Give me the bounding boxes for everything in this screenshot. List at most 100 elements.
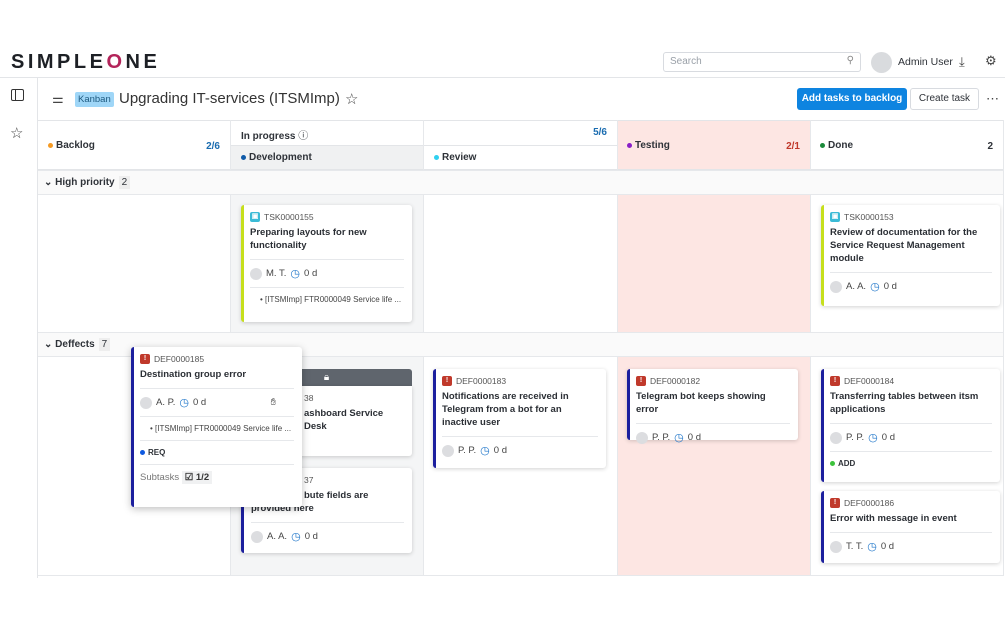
subtasks-count: ☑ 1/2	[181, 471, 213, 484]
user-name[interactable]: Admin User	[898, 56, 953, 68]
tag: ADD	[830, 459, 992, 468]
column-label: In progress	[241, 131, 296, 142]
task-icon: ▣	[250, 212, 260, 222]
card-title: ashboard Service Desk	[304, 408, 384, 432]
task-icon: ▣	[830, 212, 840, 222]
page-title: Upgrading IT-services (ITSMImp)	[119, 90, 340, 107]
kanban-badge: Kanban	[75, 92, 114, 107]
assignee: A. P.	[156, 397, 176, 408]
download-icon[interactable]: ⤓	[959, 54, 965, 70]
card-id: TSK0000153	[844, 212, 894, 222]
time: 0 d	[493, 445, 507, 456]
linked-item[interactable]: • [ITSMImp] FTR0000049 Service life ...	[140, 424, 294, 433]
user-avatar[interactable]	[871, 52, 892, 73]
card-id: TSK0000155	[264, 212, 314, 222]
gear-icon[interactable]: ⚙	[985, 53, 997, 69]
search-input[interactable]: Search ⚲	[663, 52, 861, 72]
divider	[0, 77, 1005, 78]
search-icon: ⚲	[846, 55, 854, 66]
task-card[interactable]: ▣ TSK0000153 Review of documentation for …	[821, 205, 1000, 306]
clock-icon: ◷	[290, 268, 301, 280]
group-label: Deffects	[55, 339, 95, 350]
column-label: Testing	[635, 140, 670, 151]
card-title: Destination group error	[140, 369, 247, 380]
card-id: DEF0000184	[844, 376, 895, 386]
tag: REQ	[140, 448, 294, 457]
column-count: 2/6	[206, 141, 220, 152]
time: 0 d	[304, 531, 318, 542]
filter-settings-icon[interactable]: ⚌	[52, 91, 64, 107]
clock-icon: ◷	[291, 531, 301, 543]
clock-icon: ◷	[674, 432, 684, 444]
add-tasks-to-backlog-button[interactable]: Add tasks to backlog	[797, 88, 907, 110]
clock-icon: ◷	[868, 432, 878, 444]
column-label: Review	[442, 152, 477, 163]
logo[interactable]: SIMPLEONE	[11, 51, 160, 74]
column-development: Development	[230, 145, 423, 170]
defect-card[interactable]: ! DEF0000184 Transferring tables between …	[821, 369, 1000, 482]
column-done: Done 2	[810, 120, 1003, 170]
column-review: Review	[423, 145, 617, 170]
defect-card[interactable]: ! DEF0000186 Error with message in event …	[821, 491, 1000, 563]
status-dot	[48, 142, 53, 148]
checkbox-icon: ☑	[184, 472, 194, 483]
star-icon[interactable]: ☆	[345, 90, 358, 108]
column-label: Done	[828, 140, 853, 151]
card-id: DEF0000183	[456, 376, 507, 386]
defect-card[interactable]: ! DEF0000182 Telegram bot keeps showing e…	[627, 369, 798, 444]
defect-icon: !	[830, 498, 840, 508]
defect-card[interactable]: ! DEF0000183 Notifications are received i…	[433, 369, 606, 468]
linked-item[interactable]: • [ITSMImp] FTR0000049 Service life ...	[250, 295, 404, 304]
assignee: A. A.	[846, 281, 867, 292]
assignee: M. T.	[266, 268, 287, 279]
column-label: Backlog	[56, 140, 95, 151]
column-backlog: Backlog 2/6	[38, 120, 230, 170]
avatar	[830, 280, 842, 293]
card-id: DEF0000182	[650, 376, 701, 386]
column-count: 2	[987, 141, 993, 152]
column-count: 2/1	[786, 141, 800, 152]
group-high-priority[interactable]: ⌄ High priority 2	[38, 170, 1003, 195]
defect-icon: !	[830, 376, 840, 386]
column-count: 5/6	[593, 127, 607, 138]
card-title: Preparing layouts for new functionality	[250, 227, 367, 251]
avatar	[250, 267, 262, 280]
clock-icon: ◷	[179, 397, 189, 409]
column-testing: Testing 2/1	[617, 120, 810, 170]
sidebar-toggle-icon[interactable]	[11, 89, 24, 101]
card-id: DEF0000186	[844, 498, 895, 508]
group-count: 7	[98, 338, 111, 351]
clock-icon: ◷	[870, 281, 880, 293]
dragged-defect-card[interactable]: ! DEF0000185 Destination group error A. P…	[131, 347, 302, 507]
group-label: High priority	[55, 177, 115, 188]
favorites-star-icon[interactable]: ☆	[10, 124, 23, 142]
card-id: DEF0000185	[154, 354, 205, 364]
card-id: 37	[304, 475, 314, 485]
assignee: A. A.	[267, 531, 288, 542]
assignee: T. T.	[846, 541, 864, 552]
group-count: 2	[118, 176, 131, 189]
column-label: Development	[249, 152, 312, 163]
assignee: P. P.	[652, 432, 671, 443]
time: 0 d	[687, 432, 701, 443]
more-icon[interactable]: ⋯	[986, 91, 999, 107]
time: 0 d	[192, 397, 207, 408]
info-icon[interactable]: ⓘ	[298, 131, 308, 142]
create-task-button[interactable]: Create task	[910, 88, 979, 110]
assignee: P. P.	[458, 445, 477, 456]
defect-icon: !	[636, 376, 646, 386]
assignee: P. P.	[846, 432, 865, 443]
card-title: Review of documentation for the Service …	[830, 227, 978, 264]
time: 0 d	[304, 268, 318, 279]
card-title: Error with message in event	[830, 513, 957, 524]
task-card[interactable]: ▣ TSK0000155 Preparing layouts for new fu…	[241, 205, 412, 322]
defect-icon: !	[140, 354, 150, 364]
card-title: Telegram bot keeps showing error	[636, 391, 766, 415]
card-id: 38	[304, 393, 314, 403]
card-title: bute fields are	[304, 490, 369, 501]
clock-icon: ◷	[480, 445, 490, 457]
card-title: Notifications are received in Telegram f…	[442, 391, 569, 428]
grab-cursor-icon: ✋︎	[270, 397, 276, 408]
time: 0 d	[883, 281, 897, 292]
time: 0 d	[880, 541, 895, 552]
